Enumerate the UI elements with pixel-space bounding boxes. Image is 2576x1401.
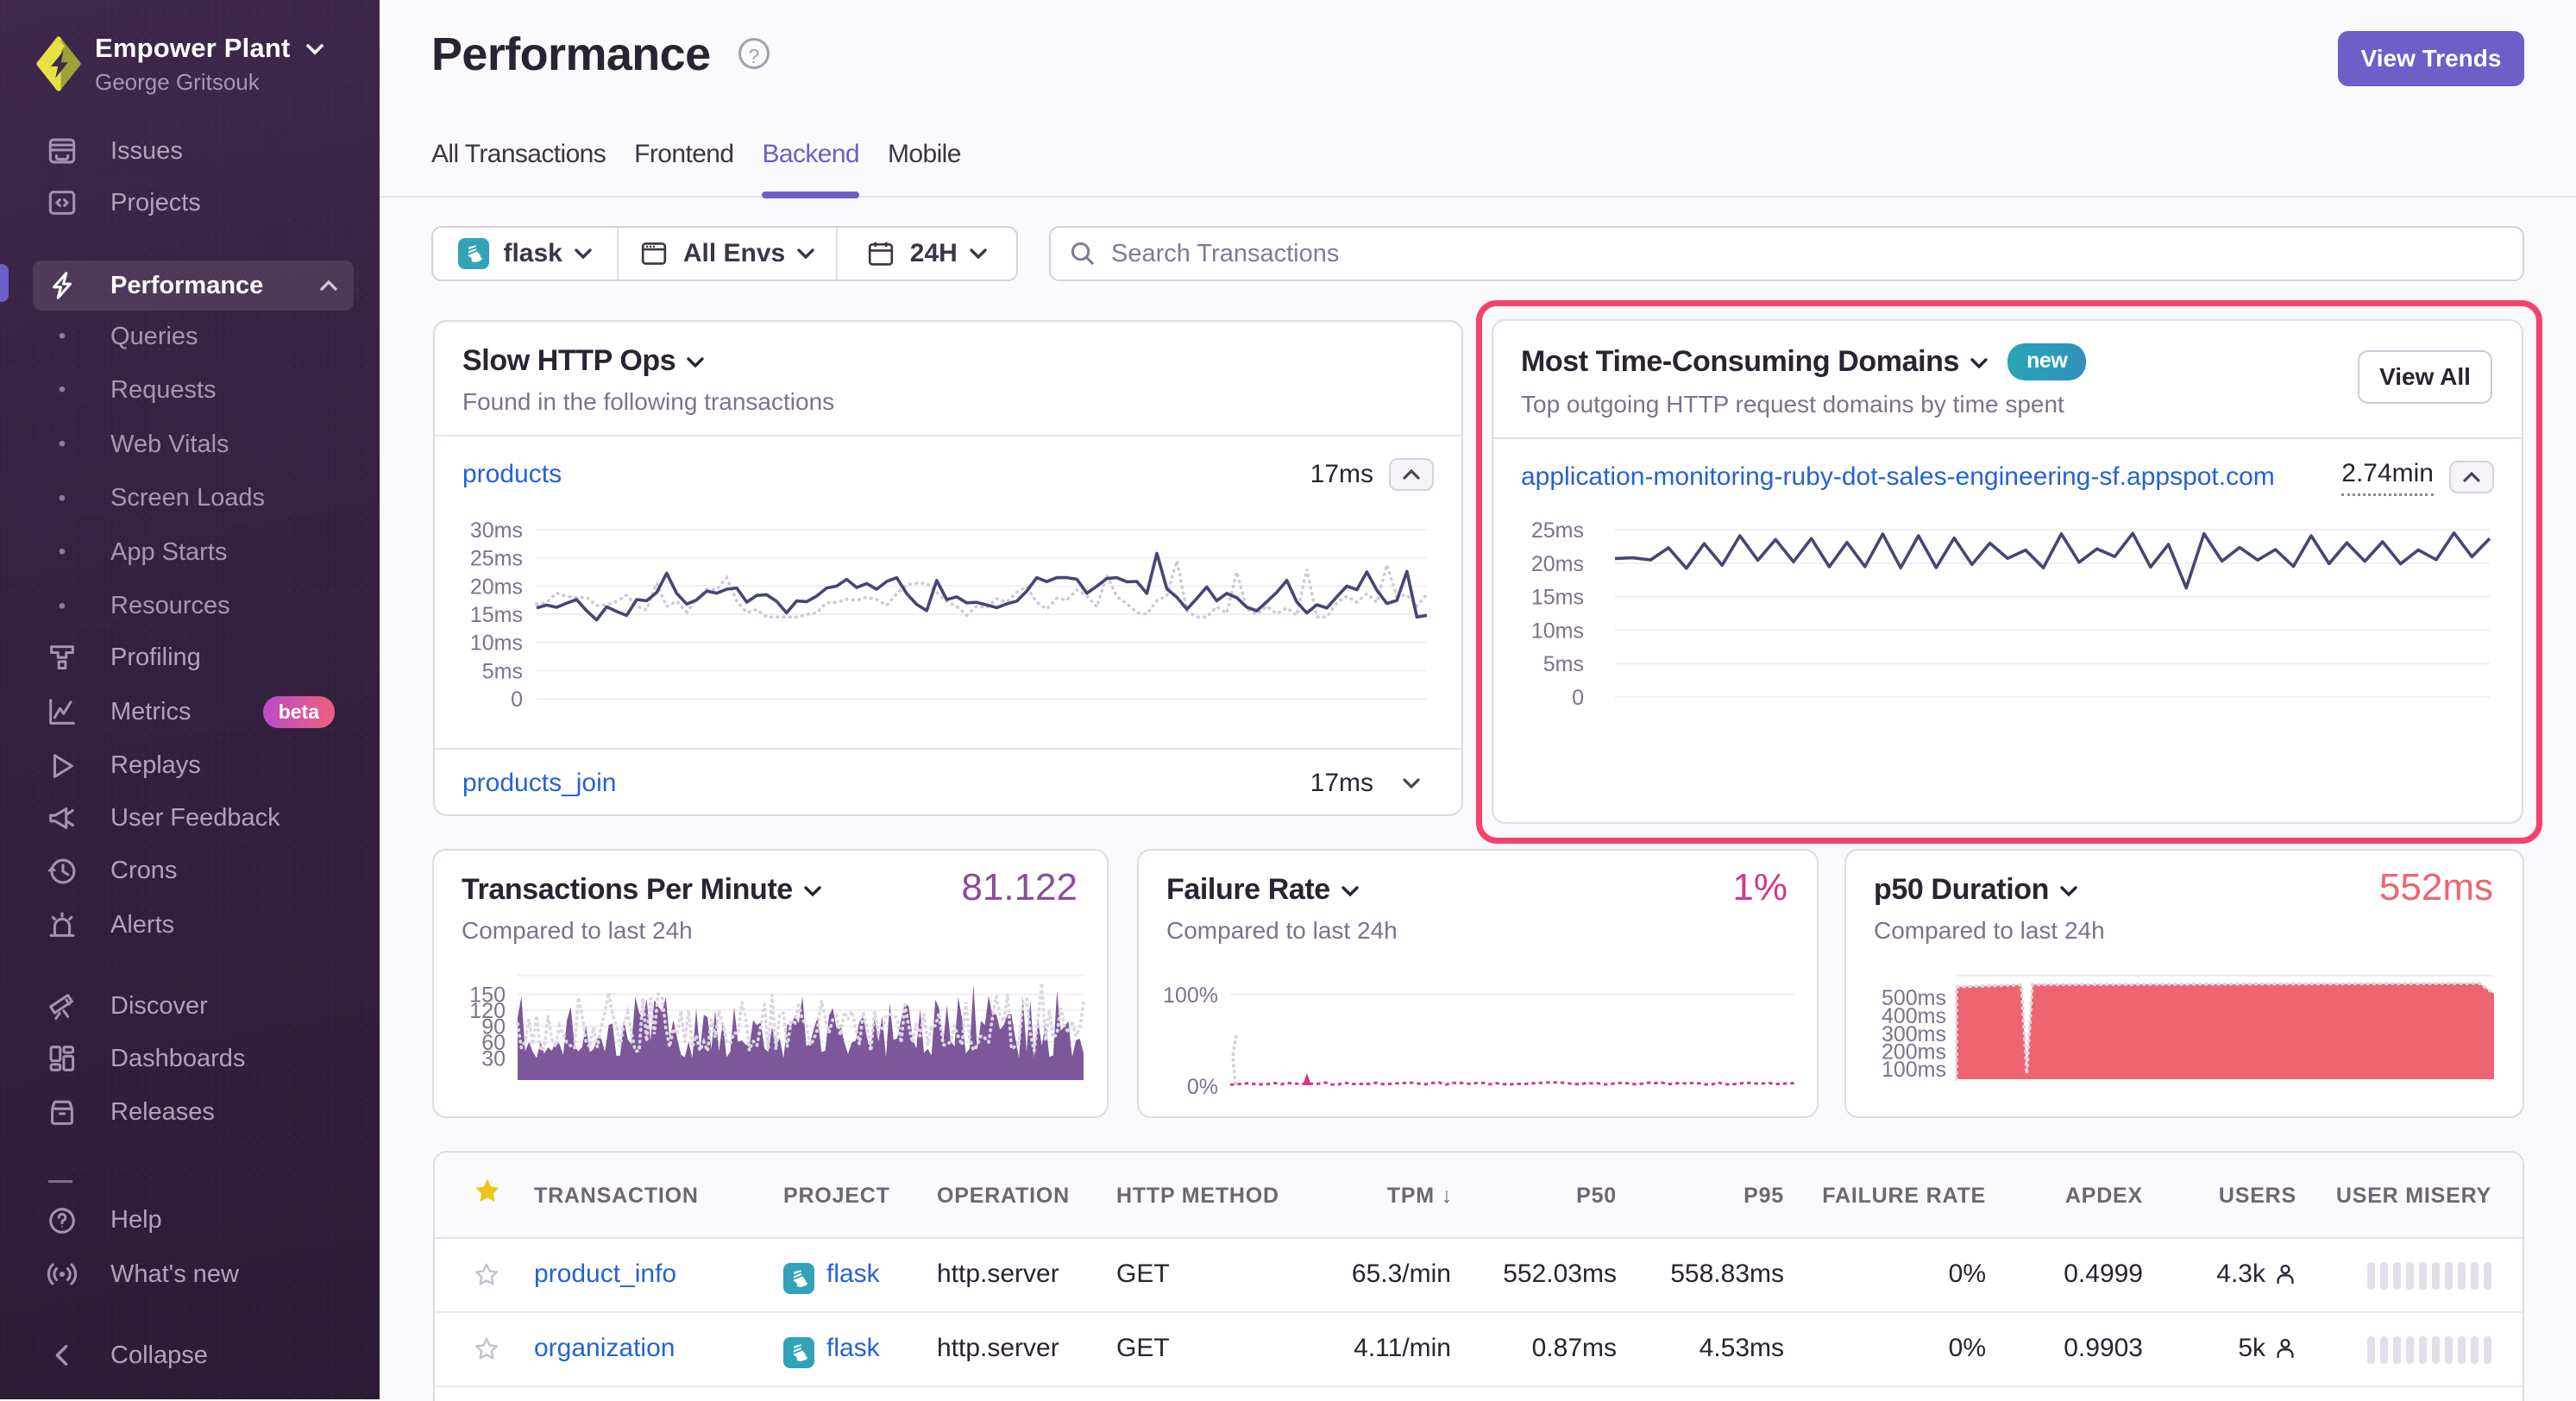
svg-text:25ms: 25ms [470, 547, 523, 571]
svg-text:10ms: 10ms [1531, 619, 1584, 643]
svg-text:0%: 0% [1187, 1075, 1218, 1099]
svg-text:5ms: 5ms [482, 659, 523, 683]
svg-text:30: 30 [481, 1047, 506, 1071]
svg-text:20ms: 20ms [1531, 552, 1584, 576]
svg-text:15ms: 15ms [470, 603, 523, 627]
svg-text:25ms: 25ms [1531, 518, 1584, 543]
svg-text:0: 0 [511, 688, 523, 711]
svg-text:15ms: 15ms [1531, 586, 1584, 610]
svg-text:100ms: 100ms [1882, 1058, 1946, 1082]
svg-text:5ms: 5ms [1543, 652, 1584, 676]
svg-text:0: 0 [1572, 686, 1584, 710]
svg-text:30ms: 30ms [470, 518, 523, 543]
svg-text:100%: 100% [1163, 983, 1218, 1008]
svg-text:20ms: 20ms [470, 575, 523, 599]
svg-text:10ms: 10ms [470, 631, 523, 656]
